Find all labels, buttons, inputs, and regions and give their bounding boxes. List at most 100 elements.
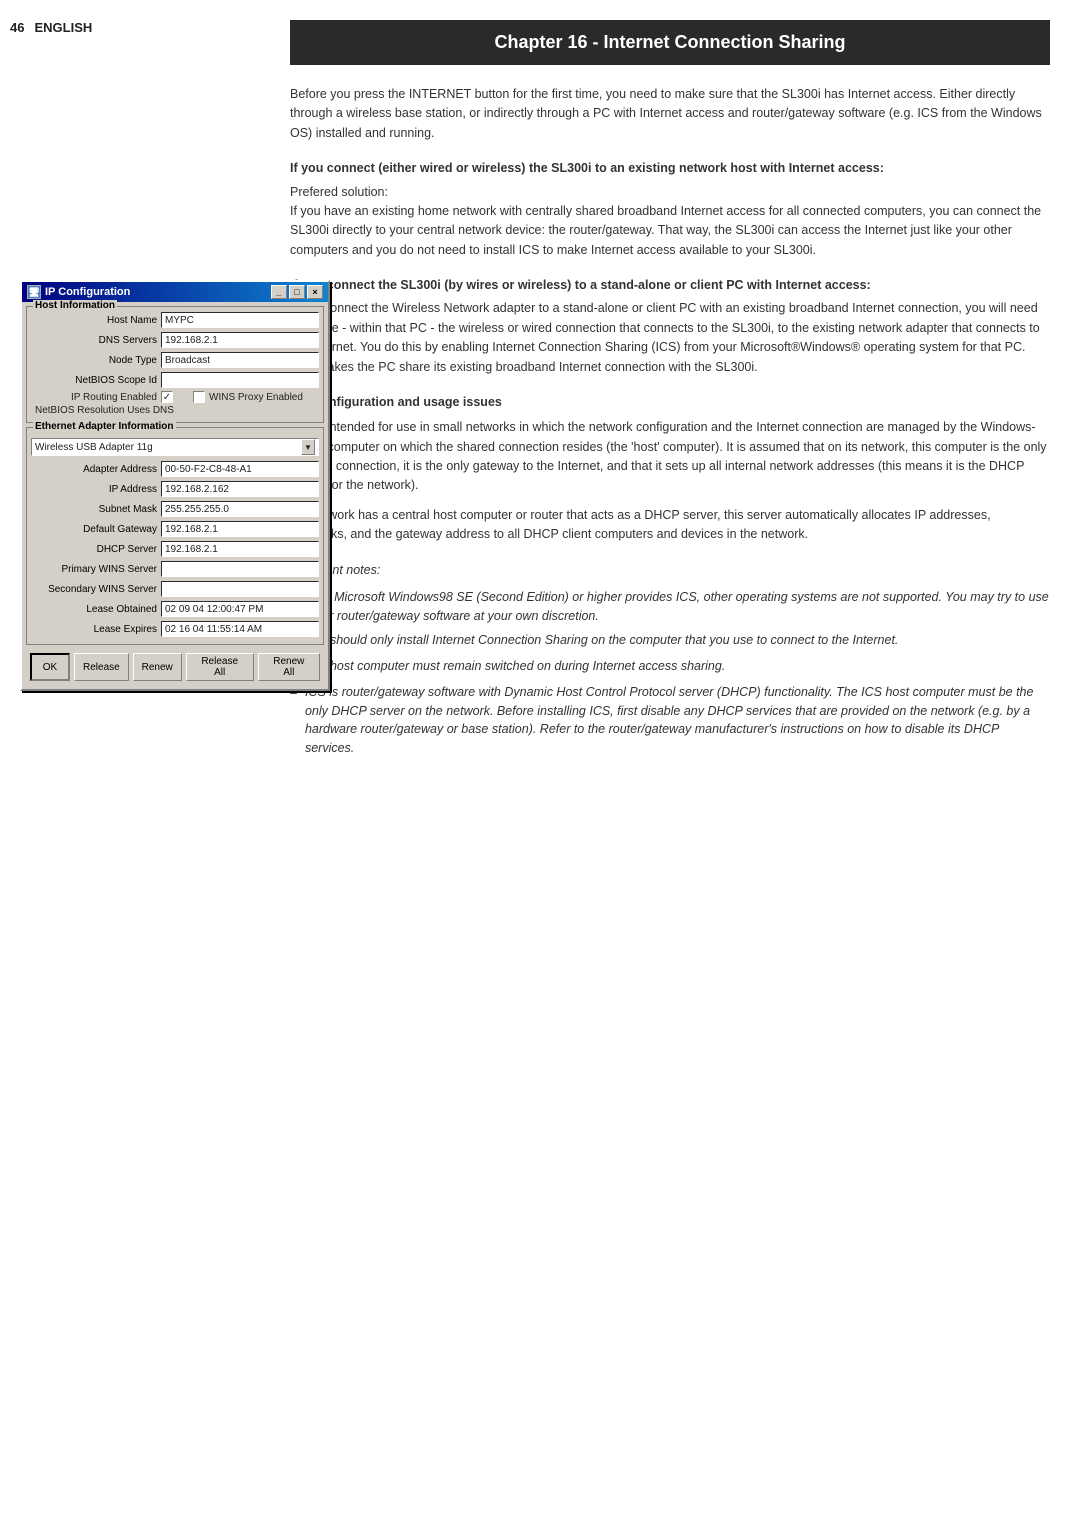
host-info-legend: Host Information <box>33 300 117 311</box>
ip-routing-row: IP Routing Enabled ✓ WINS Proxy Enabled <box>31 391 319 403</box>
subnet-mask-value: 255.255.255.0 <box>161 501 319 517</box>
dialog-content: Host Information Host Name MYPC DNS Serv… <box>22 302 328 689</box>
primary-wins-row: Primary WINS Server <box>31 560 319 578</box>
dialog-icon: 🖥 <box>27 285 41 299</box>
wins-proxy-label: WINS Proxy Enabled <box>209 392 303 403</box>
checkbox-area: ✓ WINS Proxy Enabled <box>161 391 303 403</box>
chapter-title: Chapter 16 - Internet Connection Sharing <box>494 32 845 52</box>
wins-proxy-checkbox[interactable] <box>193 391 205 403</box>
host-name-value: MYPC <box>161 312 319 328</box>
note-2-text: You should only install Internet Connect… <box>305 633 898 647</box>
notes-section: Important notes: – Only Microsoft Window… <box>290 561 1050 758</box>
default-gateway-value: 192.168.2.1 <box>161 521 319 537</box>
main-content: Chapter 16 - Internet Connection Sharing… <box>260 0 1080 1528</box>
dhcp-server-row: DHCP Server 192.168.2.1 <box>31 540 319 558</box>
note-3-text: The host computer must remain switched o… <box>305 659 725 673</box>
list-item: – ICS is router/gateway software with Dy… <box>290 683 1050 758</box>
netbios-scope-value <box>161 372 319 388</box>
note-1: Only Microsoft Windows98 SE (Second Edit… <box>305 588 1050 626</box>
default-gateway-row: Default Gateway 192.168.2.1 <box>31 520 319 538</box>
section2-heading-text: If you connect the SL300i (by wires or w… <box>290 278 871 292</box>
node-type-row: Node Type Broadcast <box>31 351 319 369</box>
dialog-title: IP Configuration <box>45 286 130 298</box>
primary-wins-label: Primary WINS Server <box>31 564 161 575</box>
ip-address-label: IP Address <box>31 484 161 495</box>
lease-expires-label: Lease Expires <box>31 624 161 635</box>
adapter-section: Ethernet Adapter Information Wireless US… <box>26 427 324 645</box>
dhcp-server-label: DHCP Server <box>31 544 161 555</box>
lease-expires-row: Lease Expires 02 16 04 11:55:14 AM <box>31 620 319 638</box>
list-item: – You should only install Internet Conne… <box>290 631 1050 651</box>
page-number-area: 46 ENGLISH <box>10 20 250 35</box>
release-all-button[interactable]: Release All <box>186 653 254 681</box>
titlebar-left: 🖥 IP Configuration <box>27 285 130 299</box>
netbios-scope-row: NetBIOS Scope Id <box>31 371 319 389</box>
wins-proxy-checkbox-item: WINS Proxy Enabled <box>193 391 303 403</box>
section2: If you connect the SL300i (by wires or w… <box>290 276 1050 377</box>
dns-servers-row: DNS Servers 192.168.2.1 <box>31 331 319 349</box>
maximize-button[interactable]: □ <box>289 285 305 299</box>
subnet-mask-row: Subnet Mask 255.255.255.0 <box>31 500 319 518</box>
dns-servers-value: 192.168.2.1 <box>161 332 319 348</box>
section1-heading-text: If you connect (either wired or wireless… <box>290 161 884 175</box>
ip-address-row: IP Address 192.168.2.162 <box>31 480 319 498</box>
list-item: – Only Microsoft Windows98 SE (Second Ed… <box>290 588 1050 626</box>
ics-paragraph2: If a network has a central host computer… <box>290 506 1050 545</box>
titlebar-buttons[interactable]: _ □ × <box>271 285 323 299</box>
host-name-label: Host Name <box>31 315 161 326</box>
section2-paragraph: If you connect the Wireless Network adap… <box>290 299 1050 377</box>
section2-heading: If you connect the SL300i (by wires or w… <box>290 276 1050 295</box>
default-gateway-label: Default Gateway <box>31 524 161 535</box>
renew-all-button[interactable]: Renew All <box>258 653 320 681</box>
ip-routing-label: IP Routing Enabled <box>31 392 161 403</box>
release-button[interactable]: Release <box>74 653 129 681</box>
list-item: – The host computer must remain switched… <box>290 657 1050 677</box>
ok-button[interactable]: OK <box>30 653 70 681</box>
section1-paragraph: If you have an existing home network wit… <box>290 202 1050 260</box>
section1-subheading: Prefered solution: <box>290 183 1050 202</box>
note-4-text: ICS is router/gateway software with Dyna… <box>305 685 1034 755</box>
lease-obtained-row: Lease Obtained 02 09 04 12:00:47 PM <box>31 600 319 618</box>
section1: If you connect (either wired or wireless… <box>290 159 1050 260</box>
secondary-wins-row: Secondary WINS Server <box>31 580 319 598</box>
dialog-titlebar: 🖥 IP Configuration _ □ × <box>22 282 328 302</box>
adapter-address-value: 00-50-F2-C8-48-A1 <box>161 461 319 477</box>
secondary-wins-label: Secondary WINS Server <box>31 584 161 595</box>
lease-obtained-value: 02 09 04 12:00:47 PM <box>161 601 319 617</box>
notes-list: – Only Microsoft Windows98 SE (Second Ed… <box>290 588 1050 758</box>
ics-section: ICS configuration and usage issues ICS i… <box>290 393 1050 545</box>
node-type-value: Broadcast <box>161 352 319 368</box>
host-info-section: Host Information Host Name MYPC DNS Serv… <box>26 306 324 423</box>
dropdown-arrow-icon[interactable]: ▼ <box>301 439 315 455</box>
page-language: ENGLISH <box>34 20 92 35</box>
important-notes-label: Important notes: <box>290 561 1050 580</box>
ip-routing-checkbox-item: ✓ <box>161 391 173 403</box>
lease-expires-value: 02 16 04 11:55:14 AM <box>161 621 319 637</box>
chapter-header: Chapter 16 - Internet Connection Sharing <box>290 20 1050 65</box>
ip-routing-checkbox[interactable]: ✓ <box>161 391 173 403</box>
netbios-scope-label: NetBIOS Scope Id <box>31 375 161 386</box>
intro-section: Before you press the INTERNET button for… <box>290 85 1050 143</box>
note-4: ICS is router/gateway software with Dyna… <box>305 683 1050 758</box>
minimize-button[interactable]: _ <box>271 285 287 299</box>
adapter-section-legend: Ethernet Adapter Information <box>33 421 176 432</box>
renew-button[interactable]: Renew <box>133 653 182 681</box>
netbios-dns-label: NetBIOS Resolution Uses DNS <box>31 405 174 416</box>
dns-servers-label: DNS Servers <box>31 335 161 346</box>
page-number: 46 <box>10 20 24 35</box>
adapter-address-label: Adapter Address <box>31 464 161 475</box>
host-name-row: Host Name MYPC <box>31 311 319 329</box>
ip-address-value: 192.168.2.162 <box>161 481 319 497</box>
adapter-dropdown-row: Wireless USB Adapter 11g ▼ <box>31 436 319 458</box>
dhcp-server-value: 192.168.2.1 <box>161 541 319 557</box>
ics-paragraph1: ICS is intended for use in small network… <box>290 418 1050 496</box>
close-button[interactable]: × <box>307 285 323 299</box>
lease-obtained-label: Lease Obtained <box>31 604 161 615</box>
ics-heading: ICS configuration and usage issues <box>290 393 1050 412</box>
primary-wins-value <box>161 561 319 577</box>
note-1-text: Only Microsoft Windows98 SE (Second Edit… <box>305 590 1049 623</box>
adapter-select[interactable]: Wireless USB Adapter 11g ▼ <box>31 438 319 456</box>
left-sidebar: 46 ENGLISH 🖥 IP Configuration _ □ × Host <box>0 0 260 1528</box>
dialog-action-buttons: OK Release Renew Release All Renew All <box>26 649 324 685</box>
secondary-wins-value <box>161 581 319 597</box>
